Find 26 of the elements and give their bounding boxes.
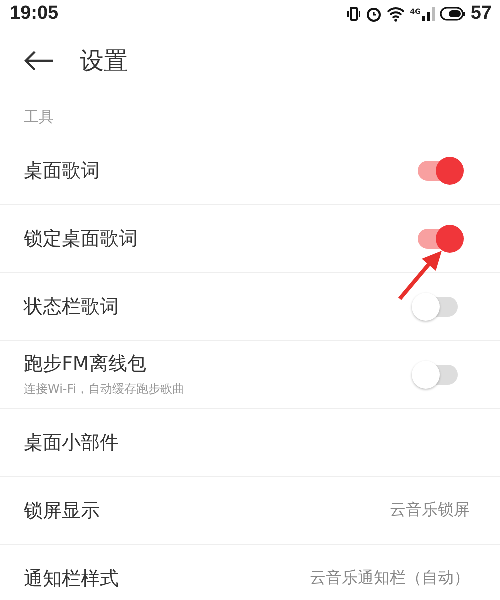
battery-level: 57 [470, 3, 492, 25]
battery-icon [440, 7, 466, 21]
settings-row[interactable]: 桌面小部件 [0, 409, 500, 477]
setting-description: 连接Wi-Fi，自动缓存跑步歌曲 [24, 381, 185, 398]
status-time: 19:05 [10, 3, 59, 25]
settings-row[interactable]: 通知栏样式 云音乐通知栏（自动） [0, 545, 500, 600]
setting-label: 跑步FM离线包 [24, 352, 148, 377]
setting-label: 锁定桌面歌词 [24, 226, 138, 252]
alarm-icon [366, 6, 382, 22]
settings-row[interactable]: 跑步FM离线包 连接Wi-Fi，自动缓存跑步歌曲 [0, 341, 500, 409]
signal-icon [422, 7, 435, 21]
back-arrow-icon[interactable] [24, 50, 54, 72]
section-header: 工具 [23, 107, 55, 128]
wifi-icon [387, 6, 406, 22]
setting-label: 锁屏显示 [24, 498, 100, 524]
settings-row[interactable]: 锁屏显示 云音乐锁屏 [0, 477, 500, 545]
setting-label: 状态栏歌词 [24, 294, 119, 320]
page-title: 设置 [80, 46, 128, 77]
settings-row[interactable]: 状态栏歌词 [0, 273, 500, 341]
setting-value: 云音乐通知栏（自动） [310, 568, 470, 589]
setting-value: 云音乐锁屏 [390, 500, 470, 521]
setting-label: 通知栏样式 [24, 566, 119, 592]
settings-row[interactable]: 桌面歌词 [0, 137, 500, 205]
setting-label: 桌面小部件 [24, 430, 119, 456]
vibrate-icon [347, 6, 362, 22]
setting-label: 桌面歌词 [24, 158, 100, 184]
